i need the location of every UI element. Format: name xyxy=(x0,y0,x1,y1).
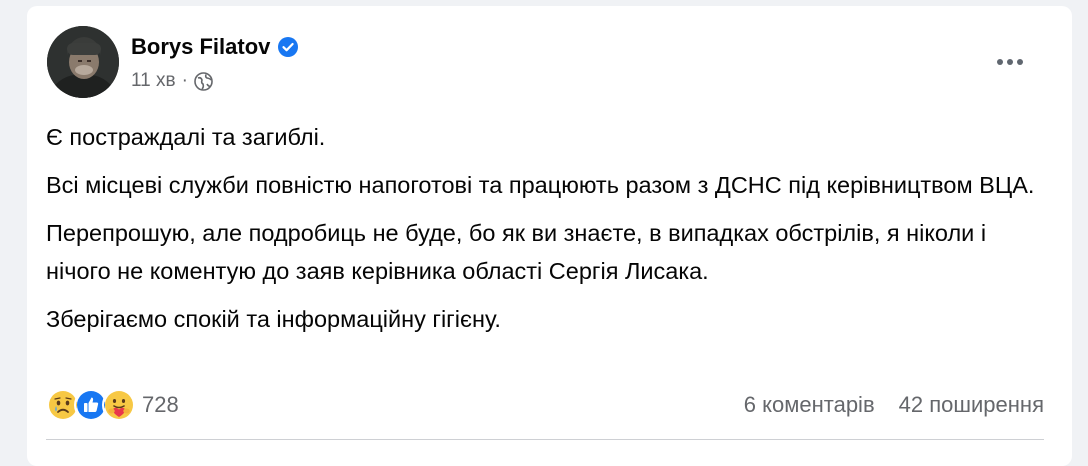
post-paragraph: Всі місцеві служби повністю напоготові т… xyxy=(46,172,1035,198)
actions-divider xyxy=(46,439,1044,440)
post-text: Є постраждалі та загиблі. Всі місцеві сл… xyxy=(46,118,1046,348)
avatar-image xyxy=(47,26,119,98)
post-paragraph: Зберігаємо спокій та інформаційну гігієн… xyxy=(46,306,501,332)
post-paragraph: Перепрошую, але подробиць не буде, бо як… xyxy=(46,220,987,284)
more-options-icon[interactable] xyxy=(992,48,1028,76)
care-icon xyxy=(102,388,136,422)
shares-count[interactable]: 42 поширення xyxy=(899,392,1044,418)
comments-count[interactable]: 6 коментарів xyxy=(744,392,875,418)
more-dot xyxy=(1007,59,1013,65)
post-meta: 11 хв · xyxy=(131,70,213,92)
post-time[interactable]: 11 хв xyxy=(131,70,176,92)
more-dot xyxy=(1017,59,1023,65)
verified-badge-icon xyxy=(278,37,299,57)
author-line: Borys Filatov xyxy=(131,34,299,60)
engagement-stats: 6 коментарів 42 поширення xyxy=(744,392,1044,418)
more-dot xyxy=(997,59,1003,65)
post-card: Borys Filatov 11 хв · Є постраждалі та з… xyxy=(27,6,1072,466)
author-avatar[interactable] xyxy=(47,26,119,98)
reaction-count: 728 xyxy=(142,392,179,417)
meta-separator: · xyxy=(181,70,188,91)
reactions-summary[interactable]: 728 xyxy=(46,388,179,422)
globe-icon[interactable] xyxy=(194,71,213,91)
author-name[interactable]: Borys Filatov xyxy=(131,34,270,60)
post-paragraph: Є постраждалі та загиблі. xyxy=(46,124,326,150)
